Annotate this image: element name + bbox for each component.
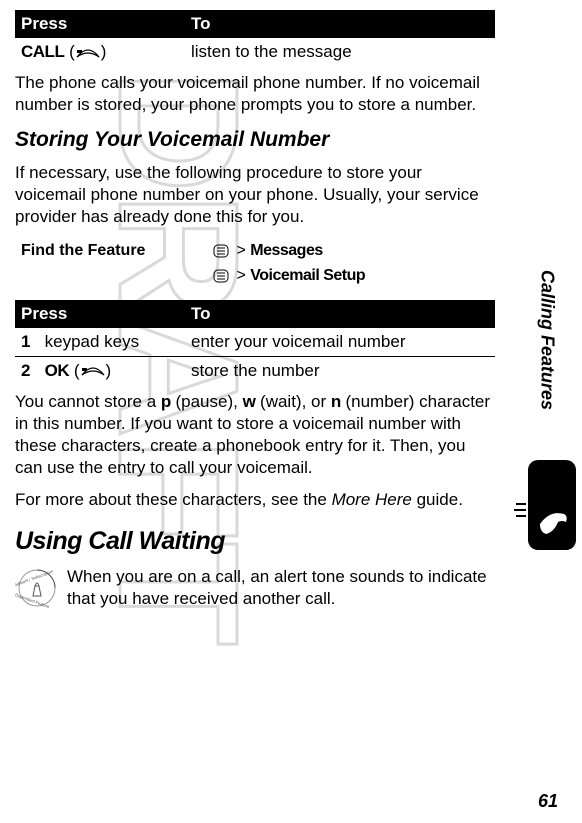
network-subscription-feature-icon: Network / Subscription Dependent Feature [15, 566, 59, 610]
gt-2: > [236, 267, 245, 284]
menu-key-icon [213, 269, 229, 283]
step-number-2: 2 [21, 361, 30, 380]
table-header-to: To [185, 300, 495, 328]
table-header-to: To [185, 10, 495, 38]
find-feature-label: Find the Feature [21, 242, 145, 259]
voicemail-dial-paragraph: The phone calls your voicemail phone num… [15, 72, 495, 116]
keypad-keys-label: keypad keys [45, 332, 140, 351]
left-softkey-icon [75, 47, 101, 59]
storing-voicemail-paragraph: If necessary, use the following procedur… [15, 162, 495, 228]
char-p: p [161, 392, 171, 411]
side-tab: Calling Features [532, 240, 562, 440]
menu-messages: Messages [250, 242, 323, 259]
table-cell-press: CALL () [15, 38, 185, 66]
svg-text:Network / Subscription: Network / Subscription [15, 568, 55, 587]
table-cell-to: store the number [185, 356, 495, 385]
using-call-waiting-heading: Using Call Waiting [15, 525, 495, 558]
softkey-paren-close: ) [101, 42, 107, 61]
menu-key-icon [213, 244, 229, 258]
table-header-press: Press [15, 10, 185, 38]
table-cell-press: 2 OK () [15, 356, 185, 385]
more-here-guide-title: More Here [332, 490, 412, 509]
storing-voicemail-heading: Storing Your Voicemail Number [15, 126, 495, 153]
menu-voicemail-setup: Voicemail Setup [250, 267, 365, 284]
softkey-paren-close: ) [106, 361, 112, 380]
gt-1: > [236, 242, 245, 259]
page-number: 61 [538, 790, 558, 813]
step-number-1: 1 [21, 332, 30, 351]
char-n: n [331, 392, 341, 411]
calling-features-side-icon [514, 460, 576, 550]
press-to-table-store: Press To 1 keypad keys enter your voicem… [15, 300, 495, 385]
special-chars-paragraph: You cannot store a p (pause), w (wait), … [15, 391, 495, 479]
table-cell-to: enter your voicemail number [185, 328, 495, 357]
more-here-paragraph: For more about these characters, see the… [15, 489, 495, 511]
table-header-press: Press [15, 300, 185, 328]
find-the-feature-block: Find the Feature > Messages > Voicemail … [15, 238, 495, 290]
char-w: w [243, 392, 256, 411]
press-to-table-call: Press To CALL () listen to the message [15, 10, 495, 66]
table-cell-press: 1 keypad keys [15, 328, 185, 357]
left-softkey-icon [80, 365, 106, 377]
call-softkey-label: CALL [21, 42, 64, 61]
ok-softkey-label: OK [45, 361, 70, 380]
side-tab-label: Calling Features [535, 270, 558, 410]
call-waiting-paragraph: When you are on a call, an alert tone so… [67, 566, 495, 610]
table-cell-to: listen to the message [185, 38, 495, 66]
